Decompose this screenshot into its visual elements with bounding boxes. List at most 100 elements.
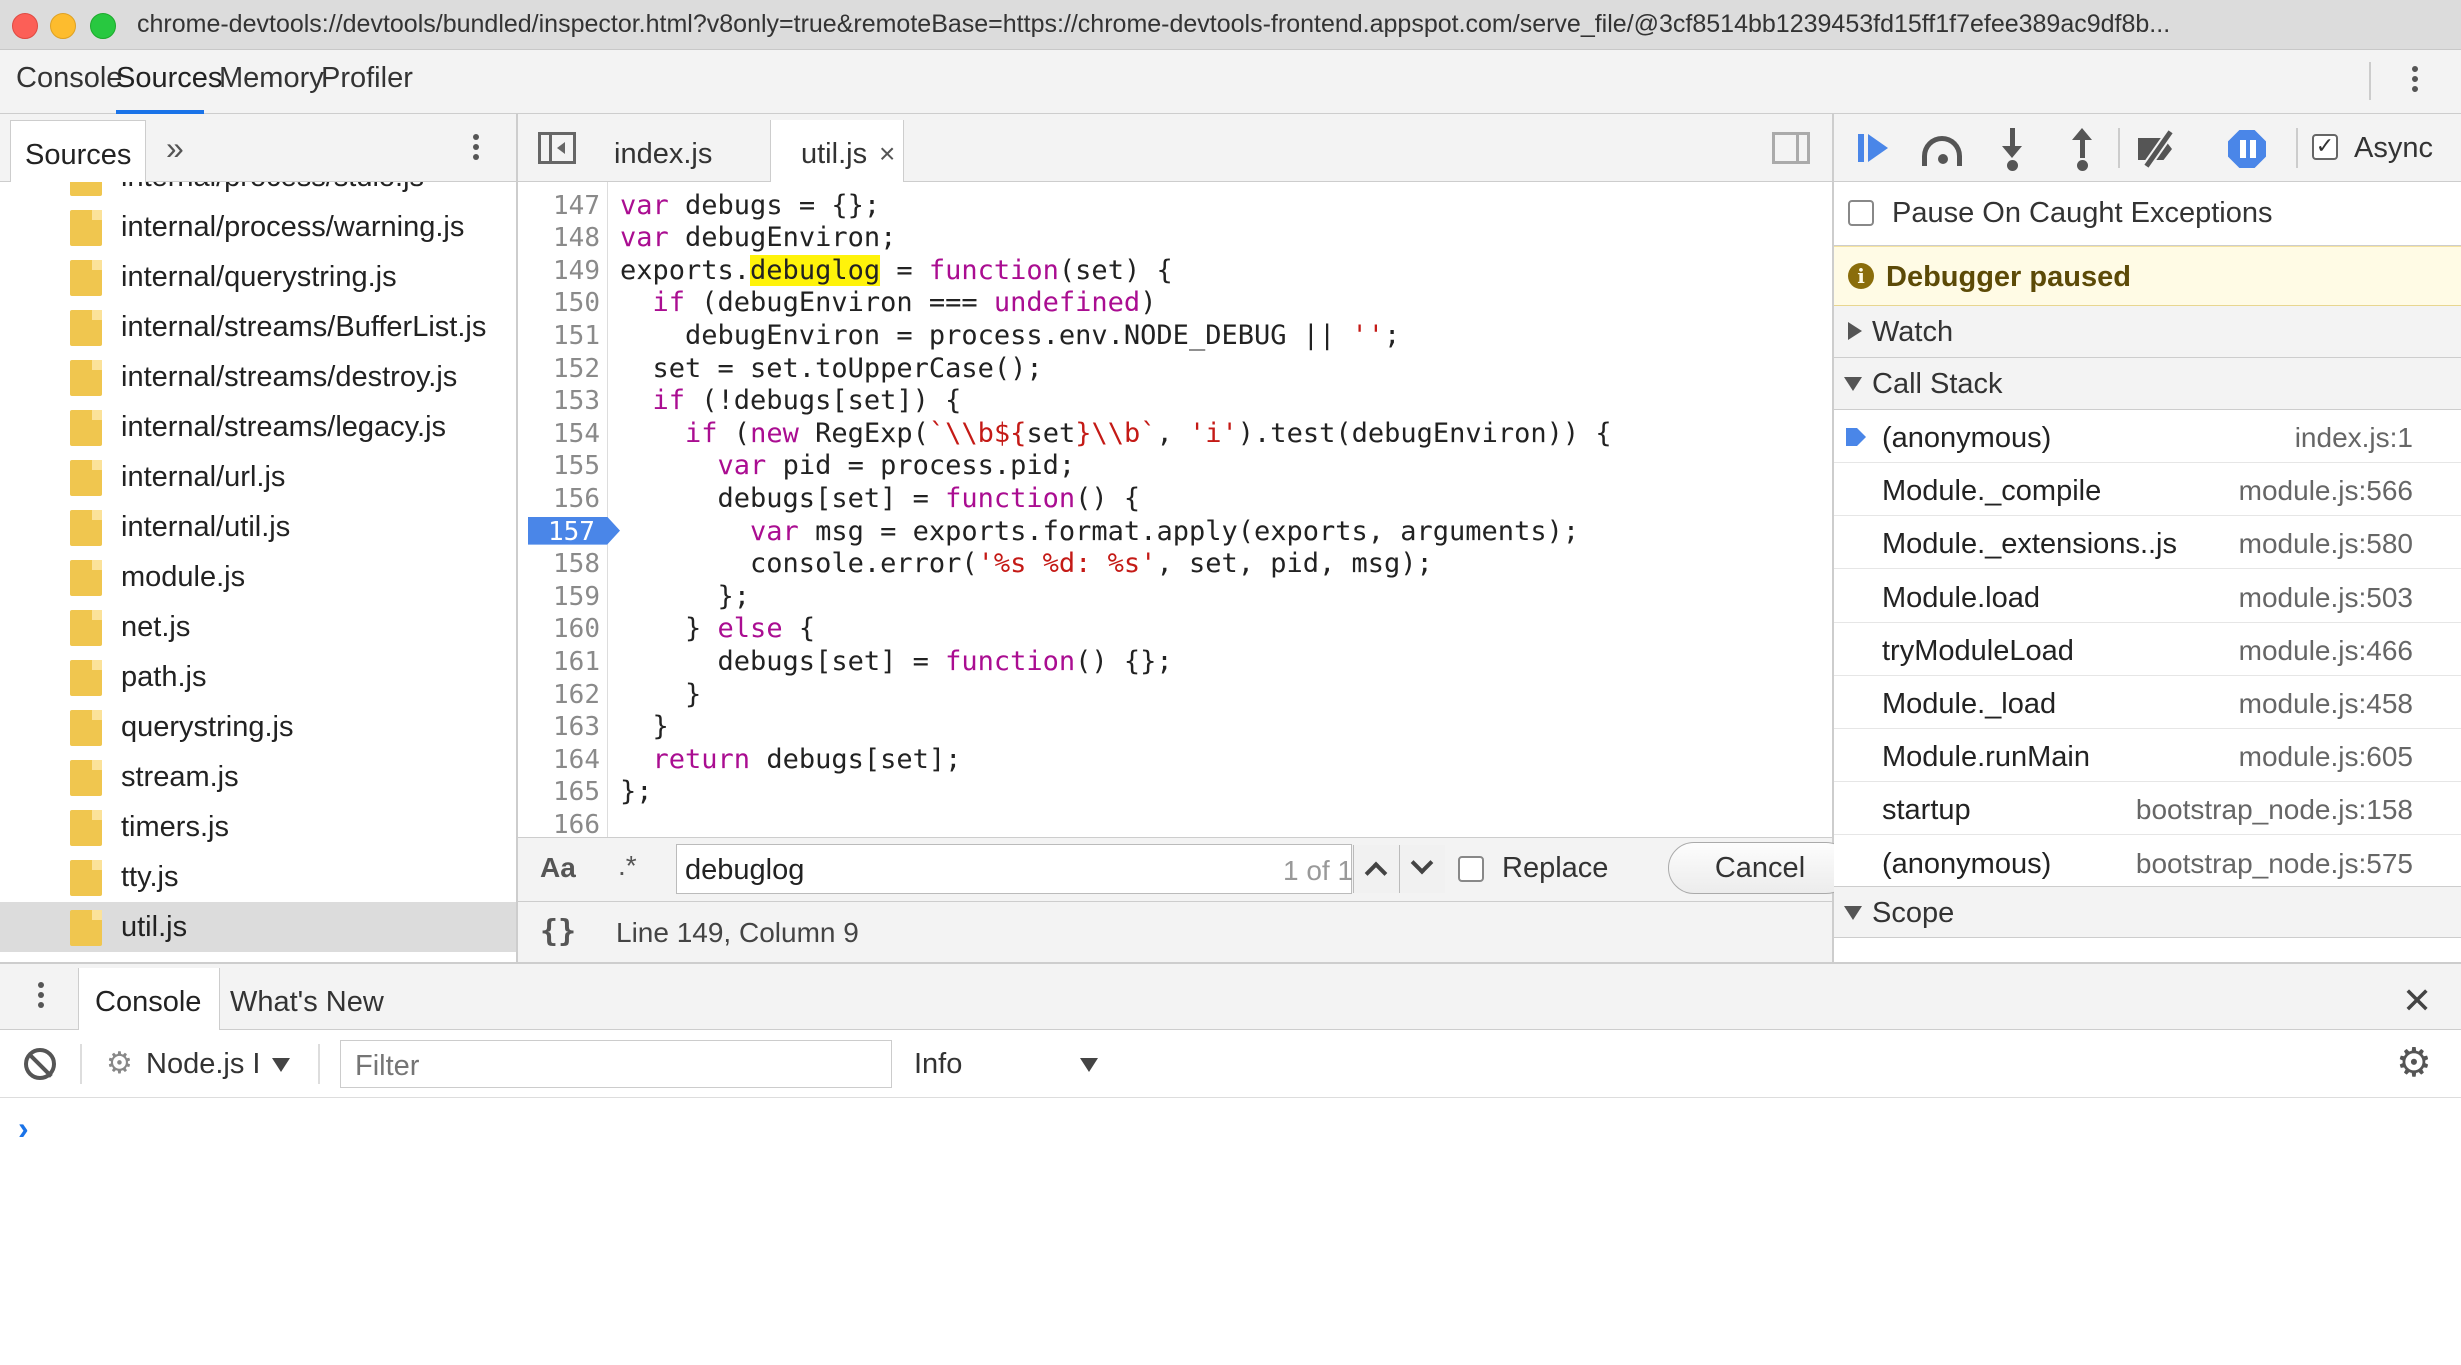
editor-tab-index-js[interactable]: index.js	[614, 120, 712, 182]
more-tabs-icon[interactable]: »	[166, 130, 184, 167]
line-number[interactable]: 151	[518, 321, 600, 351]
line-number[interactable]: 149	[518, 256, 600, 286]
step-over-icon[interactable]	[1920, 128, 1966, 168]
regex-button[interactable]: .*	[618, 850, 637, 882]
filter-input[interactable]	[355, 1050, 875, 1083]
line-number[interactable]: 164	[518, 745, 600, 775]
search-field[interactable]: debuglog 1 of 1	[676, 844, 1445, 894]
call-frame[interactable]: tryModuleLoad module.js:466	[1834, 623, 2461, 676]
close-tab-icon[interactable]: ×	[879, 138, 895, 170]
call-frame-location[interactable]: module.js:566	[2239, 475, 2413, 507]
drawer-tab-console[interactable]: Console	[78, 968, 221, 1032]
call-frame-location[interactable]: module.js:580	[2239, 528, 2413, 560]
call-frame-location[interactable]: module.js:503	[2239, 582, 2413, 614]
minimize-window-button[interactable]	[50, 13, 76, 39]
replace-checkbox[interactable]	[1458, 856, 1484, 882]
maximize-window-button[interactable]	[90, 13, 116, 39]
pretty-print-button[interactable]: {}	[540, 914, 576, 949]
file-tree-item[interactable]: internal/util.js	[0, 502, 516, 552]
drawer-tab-whats-new[interactable]: What's New	[230, 986, 384, 1019]
file-tree-item[interactable]: internal/querystring.js	[0, 252, 516, 302]
file-tree-item[interactable]: util.js	[0, 902, 516, 952]
call-frame[interactable]: startup bootstrap_node.js:158	[1834, 782, 2461, 836]
call-frame-location[interactable]: bootstrap_node.js:158	[2136, 794, 2413, 826]
line-number[interactable]: 165	[518, 777, 600, 807]
file-tree-item[interactable]: internal/url.js	[0, 452, 516, 502]
toggle-debugger-sidebar-icon[interactable]	[1772, 132, 1810, 164]
call-frame-location[interactable]: module.js:466	[2239, 635, 2413, 667]
previous-match-button[interactable]	[1353, 845, 1399, 893]
cancel-search-button[interactable]: Cancel	[1668, 842, 1852, 894]
line-number[interactable]: 153	[518, 386, 600, 416]
file-tree-item[interactable]: internal/streams/destroy.js	[0, 352, 516, 402]
editor-tab-util-js[interactable]: util.js ×	[770, 120, 904, 182]
drawer-menu-icon[interactable]	[26, 978, 56, 1018]
tab-console[interactable]: Console	[16, 62, 122, 114]
call-frame[interactable]: Module.load module.js:503	[1834, 570, 2461, 623]
line-number[interactable]: 161	[518, 647, 600, 677]
close-window-button[interactable]	[12, 13, 38, 39]
call-frame[interactable]: (anonymous) index.js:1	[1834, 410, 2461, 463]
line-number[interactable]: 163	[518, 712, 600, 742]
line-number[interactable]: 160	[518, 614, 600, 644]
call-stack-section-header[interactable]: Call Stack	[1834, 358, 2461, 410]
file-tree-item[interactable]: querystring.js	[0, 702, 516, 752]
more-options-icon[interactable]	[2400, 62, 2430, 102]
file-tree-item[interactable]: net.js	[0, 602, 516, 652]
file-tree-item[interactable]: internal/process/stdio.js	[0, 182, 516, 202]
line-number[interactable]: 162	[518, 680, 600, 710]
close-drawer-icon[interactable]: ✕	[2402, 980, 2432, 1022]
file-tree-item[interactable]: internal/streams/legacy.js	[0, 402, 516, 452]
call-frame[interactable]: Module._extensions..js module.js:580	[1834, 516, 2461, 570]
resume-icon[interactable]	[1854, 128, 1900, 168]
clear-console-icon[interactable]	[24, 1048, 56, 1080]
line-number[interactable]: 154	[518, 419, 600, 449]
pause-on-exceptions-icon[interactable]	[2224, 128, 2270, 168]
call-frame-location[interactable]: bootstrap_node.js:575	[2136, 848, 2413, 880]
toggle-navigator-icon[interactable]	[538, 132, 576, 164]
call-frame[interactable]: Module._load module.js:458	[1834, 676, 2461, 729]
line-number[interactable]: 148	[518, 223, 600, 253]
file-tree-item[interactable]: internal/streams/BufferList.js	[0, 302, 516, 352]
line-number[interactable]: 146	[518, 182, 600, 188]
pause-on-caught-exceptions-checkbox[interactable]	[1848, 200, 1874, 226]
file-tree-item[interactable]: internal/process/warning.js	[0, 202, 516, 252]
call-frame[interactable]: Module._compile module.js:566	[1834, 463, 2461, 517]
async-checkbox[interactable]: ✓	[2312, 134, 2338, 160]
watch-section-header[interactable]: Watch	[1834, 306, 2461, 358]
line-number[interactable]: 159	[518, 582, 600, 612]
line-number[interactable]: 150	[518, 288, 600, 318]
code-editor[interactable]: 146 147 var debugs = {}; 148 var debugEnviro…	[518, 182, 1832, 837]
next-match-button[interactable]	[1399, 845, 1445, 893]
line-number[interactable]: 166	[518, 810, 600, 837]
scope-section-header[interactable]: Scope	[1834, 886, 2461, 938]
filter-field[interactable]	[340, 1040, 892, 1088]
call-frame-location[interactable]: module.js:605	[2239, 741, 2413, 773]
execution-line-marker[interactable]: 157	[528, 516, 620, 545]
tab-memory[interactable]: Memory	[219, 62, 324, 114]
line-number[interactable]: 152	[518, 354, 600, 384]
call-frame[interactable]: Module.runMain module.js:605	[1834, 729, 2461, 783]
step-out-icon[interactable]	[2060, 128, 2106, 171]
file-tree-item[interactable]: tty.js	[0, 852, 516, 902]
search-input[interactable]: debuglog	[685, 854, 804, 887]
tab-profiler[interactable]: Profiler	[321, 62, 413, 114]
line-number[interactable]: 147	[518, 191, 600, 221]
tab-sources[interactable]: Sources	[116, 62, 222, 114]
call-frame[interactable]: (anonymous) bootstrap_node.js:575	[1834, 836, 2461, 889]
call-frame-location[interactable]: module.js:458	[2239, 688, 2413, 720]
line-number[interactable]: 156	[518, 484, 600, 514]
console-settings-icon[interactable]: ⚙	[2396, 1040, 2432, 1086]
file-tree-item[interactable]: module.js	[0, 552, 516, 602]
line-number[interactable]: 158	[518, 549, 600, 579]
file-tree-item[interactable]: stream.js	[0, 752, 516, 802]
step-into-icon[interactable]	[1990, 128, 2036, 171]
call-frame-location[interactable]: index.js:1	[2295, 422, 2413, 454]
line-number[interactable]: 155	[518, 451, 600, 481]
console-output[interactable]: ›	[0, 1098, 2461, 1360]
file-tree-item[interactable]: path.js	[0, 652, 516, 702]
file-tree-item[interactable]: timers.js	[0, 802, 516, 852]
deactivate-breakpoints-icon[interactable]	[2134, 128, 2180, 168]
navigator-tab-sources[interactable]: Sources	[10, 120, 147, 182]
match-case-button[interactable]: Aa	[540, 852, 576, 884]
